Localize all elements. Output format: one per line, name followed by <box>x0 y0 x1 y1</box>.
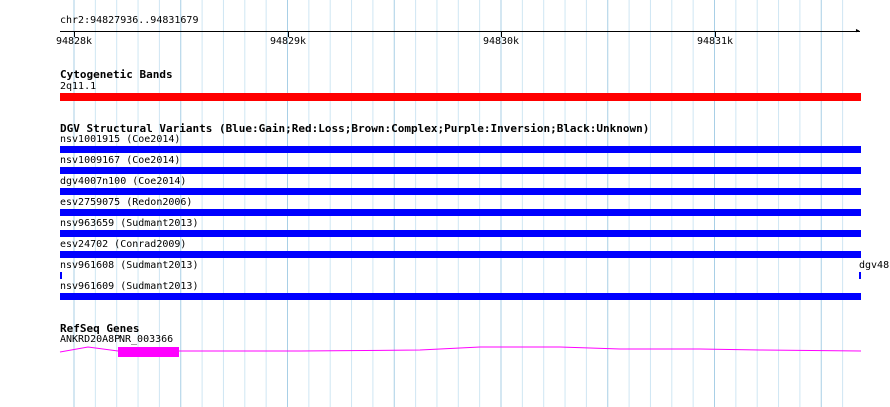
dgv-feature-label: nsv961609 (Sudmant2013) <box>60 281 199 292</box>
ruler-tick-label: 94831k <box>696 36 734 47</box>
dgv-feature-label: esv24702 (Conrad2009) <box>60 239 187 250</box>
dgv-feature-bar[interactable] <box>60 272 62 279</box>
ruler-tick-label: 94828k <box>55 36 93 47</box>
cytoband-label: 2q11.1 <box>60 81 97 92</box>
dgv-feature-bar[interactable] <box>60 188 861 195</box>
dgv-feature-bar[interactable] <box>60 230 861 237</box>
ruler-tick-label: 94829k <box>269 36 307 47</box>
dgv-feature-label: esv2759075 (Redon2006) <box>60 197 193 208</box>
dgv-feature-bar[interactable] <box>60 167 861 174</box>
dgv-feature-label: nsv1009167 (Coe2014) <box>60 155 181 166</box>
dgv-feature-bar[interactable] <box>60 251 861 258</box>
gene-model[interactable] <box>0 340 890 360</box>
dgv-feature-bar[interactable] <box>60 146 861 153</box>
gene-intron-line <box>59 346 862 353</box>
position-label: chr2:94827936..94831679 <box>60 15 199 26</box>
ruler-axis-line <box>60 31 860 32</box>
genome-browser-panel: chr2:94827936..94831679 ▸ 94828k 94829k … <box>0 0 890 407</box>
cytoband-track-title: Cytogenetic Bands <box>60 68 173 81</box>
cytoband-feature[interactable] <box>60 93 861 101</box>
dgv-feature-label: nsv963659 (Sudmant2013) <box>60 218 199 229</box>
ruler-tick-label: 94830k <box>482 36 520 47</box>
dgv-feature-label: dgv4007n100 (Coe2014) <box>60 176 187 187</box>
gene-exon-block <box>118 347 179 357</box>
ruler-arrow-icon: ▸ <box>855 26 861 36</box>
dgv-feature-bar[interactable] <box>60 209 861 216</box>
dgv-feature-bar[interactable] <box>60 293 861 300</box>
dgv-feature-label: nsv1001915 (Coe2014) <box>60 134 181 145</box>
dgv-feature-label: nsv961608 (Sudmant2013) <box>60 260 199 271</box>
dgv-edge-feature-bar[interactable] <box>859 272 861 279</box>
dgv-edge-feature-label: dgv48 <box>859 260 890 271</box>
